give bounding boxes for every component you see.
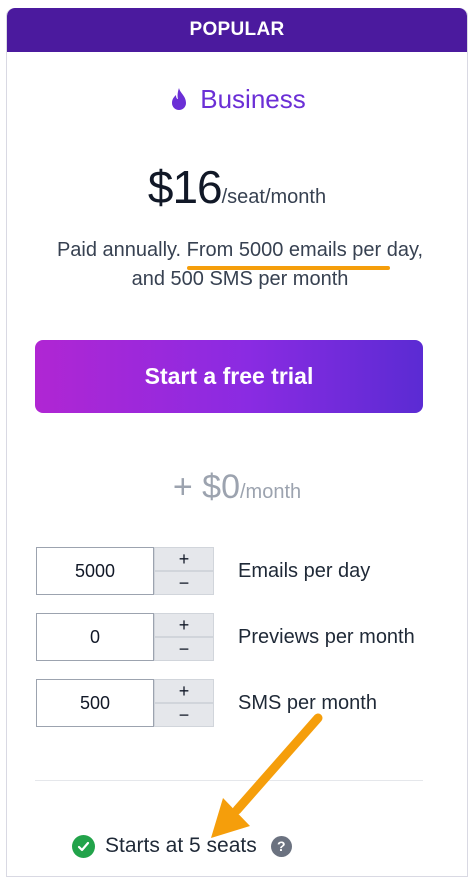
help-icon[interactable]: ? [270, 835, 292, 857]
popular-badge: POPULAR [7, 8, 467, 52]
emails-label: Emails per day [238, 559, 371, 582]
quantity-row-sms: 500 + − SMS per month [36, 678, 377, 728]
description-highlight: From 5000 emails per [186, 239, 382, 261]
previews-minus-button[interactable]: − [154, 637, 214, 661]
check-circle-icon [72, 834, 95, 858]
sms-stepper: + − [154, 679, 214, 727]
description-after: day, [381, 239, 424, 261]
start-free-trial-button[interactable]: Start a free trial [35, 340, 423, 413]
plan-name: Business [200, 84, 306, 114]
sms-plus-button[interactable]: + [154, 679, 214, 703]
price-period: /seat/month [221, 186, 327, 208]
addon-price: + $0/month [0, 468, 474, 507]
emails-plus-button[interactable]: + [154, 547, 214, 571]
addon-period: /month [239, 481, 302, 503]
plan-header: Business [0, 84, 474, 115]
sms-quantity-input[interactable]: 500 [36, 679, 154, 727]
description-before: Paid annually. [56, 239, 187, 261]
emails-stepper: + − [154, 547, 214, 595]
highlight-underline [187, 266, 390, 270]
flame-icon [172, 87, 187, 110]
quantity-row-emails: 5000 + − Emails per day [36, 546, 370, 596]
price: $16/seat/month [0, 160, 474, 214]
section-divider [35, 780, 423, 781]
emails-minus-button[interactable]: − [154, 571, 214, 595]
previews-plus-button[interactable]: + [154, 613, 214, 637]
previews-stepper: + − [154, 613, 214, 661]
addon-amount: + $0 [172, 468, 240, 506]
seats-label: Starts at 5 seats [105, 834, 257, 857]
previews-quantity-input[interactable]: 0 [36, 613, 154, 661]
price-amount: $16 [147, 161, 223, 213]
plan-description: Paid annually. From 5000 emails per day,… [20, 236, 460, 294]
emails-quantity-input[interactable]: 5000 [36, 547, 154, 595]
sms-minus-button[interactable]: − [154, 703, 214, 727]
previews-label: Previews per month [238, 625, 415, 648]
seats-info: Starts at 5 seats ? [72, 834, 292, 858]
quantity-row-previews: 0 + − Previews per month [36, 612, 415, 662]
pricing-card: POPULAR [6, 8, 468, 877]
sms-label: SMS per month [238, 691, 377, 714]
